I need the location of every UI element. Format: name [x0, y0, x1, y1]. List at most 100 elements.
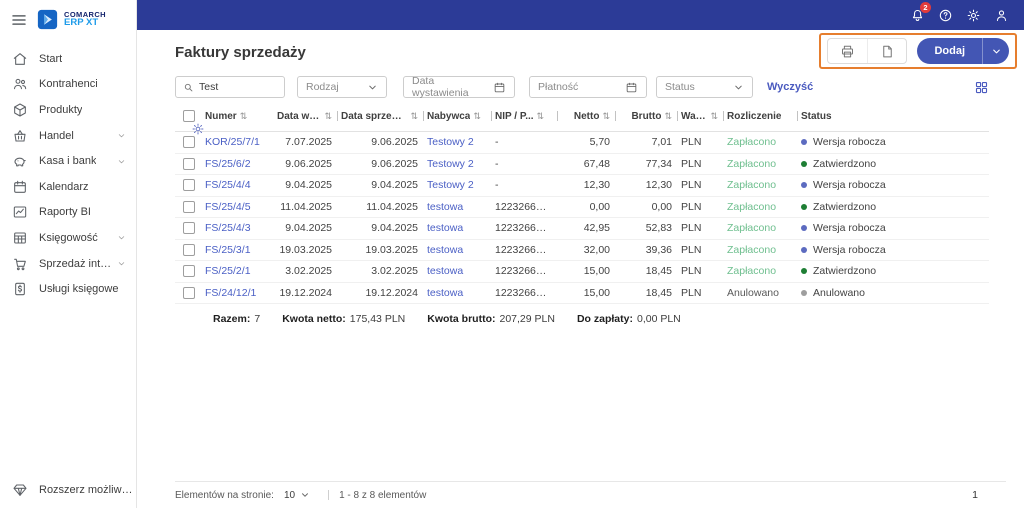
row-checkbox[interactable]: [183, 243, 195, 256]
sidebar-footer-upgrade[interactable]: Rozszerz możliwości: [0, 472, 136, 508]
cell-numer[interactable]: FS/25/6/2: [205, 158, 277, 170]
clear-filters-link[interactable]: Wyczyść: [767, 81, 813, 93]
topbar: 2: [137, 0, 1024, 30]
table-row[interactable]: FS/25/4/4 9.04.2025 9.04.2025 Testowy 2- 12,…: [175, 175, 989, 197]
search-field[interactable]: [175, 76, 285, 98]
select-all-checkbox[interactable]: [183, 110, 195, 122]
table-row[interactable]: FS/25/3/1 19.03.2025 19.03.2025 testowa 1223…: [175, 240, 989, 261]
column-header-nip[interactable]: NIP / P... ⇅: [495, 111, 561, 122]
cell-waluta: PLN: [681, 286, 702, 299]
sidebar-item-handel[interactable]: Handel: [0, 123, 136, 149]
sort-icon[interactable]: ⇅: [710, 111, 718, 122]
cell-waluta: PLN: [681, 265, 702, 278]
summary-brutto: Kwota brutto: 207,29 PLN: [427, 313, 555, 325]
row-checkbox[interactable]: [183, 136, 195, 149]
table-settings-button[interactable]: [175, 122, 205, 136]
cell-nabywca[interactable]: Testowy 2: [427, 179, 495, 191]
row-checkbox[interactable]: [183, 157, 195, 170]
cell-data-wystawienia: 9.06.2025: [285, 157, 332, 170]
cell-nabywca[interactable]: testowa: [427, 201, 495, 213]
column-header-netto[interactable]: Netto ⇅: [561, 111, 619, 122]
column-header-data_sprzedazy[interactable]: Data sprzedaży ⇅: [341, 111, 427, 122]
cell-nip: 1223266385: [495, 222, 554, 235]
column-header-status[interactable]: Status: [801, 111, 965, 122]
data-wystawienia-label: Data wystawienia: [412, 75, 469, 99]
settings-button[interactable]: [962, 4, 984, 26]
help-button[interactable]: [934, 4, 956, 26]
sidebar-item-uslugi-ksiegowe[interactable]: Usługi księgowe: [0, 276, 136, 302]
comarch-logo[interactable]: COMARCH ERP XT: [37, 9, 106, 30]
column-header-rozliczenie[interactable]: Rozliczenie: [727, 111, 801, 122]
table-row[interactable]: KOR/25/7/1 7.07.2025 9.06.2025 Testowy 2- 5,…: [175, 132, 989, 154]
table-row[interactable]: FS/25/6/2 9.06.2025 9.06.2025 Testowy 2- 67,…: [175, 154, 989, 175]
cell-nabywca[interactable]: Testowy 2: [427, 136, 495, 148]
table-row[interactable]: FS/24/12/1 19.12.2024 19.12.2024 testowa 122…: [175, 283, 989, 304]
table-row[interactable]: FS/25/4/5 11.04.2025 11.04.2025 testowa 1223…: [175, 197, 989, 218]
sort-icon[interactable]: ⇅: [324, 111, 332, 122]
sort-icon[interactable]: ⇅: [410, 111, 418, 122]
sidebar-item-raporty-bi[interactable]: Raporty BI: [0, 200, 136, 226]
data-wystawienia-datepicker[interactable]: Data wystawienia: [403, 75, 515, 99]
add-dropdown-button[interactable]: [982, 38, 1009, 64]
column-header-nabywca[interactable]: Nabywca ⇅: [427, 111, 495, 122]
column-header-waluta[interactable]: Waluta⇅: [681, 111, 727, 122]
cell-numer[interactable]: FS/25/4/4: [205, 179, 277, 191]
sidebar-item-sprzedaz-internetowa[interactable]: Sprzedaż internetowa: [0, 251, 136, 277]
cell-numer[interactable]: FS/25/3/1: [205, 244, 277, 256]
cell-waluta: PLN: [681, 222, 702, 235]
cell-nabywca[interactable]: testowa: [427, 244, 495, 256]
cell-netto: 0,00: [589, 200, 610, 213]
sidebar-item-label: Kasa i bank: [39, 155, 97, 168]
cell-data-wystawienia: 7.07.2025: [285, 136, 332, 149]
row-checkbox[interactable]: [183, 200, 195, 213]
sort-icon[interactable]: ⇅: [240, 111, 248, 122]
cell-nabywca[interactable]: testowa: [427, 265, 495, 277]
cell-brutto: 18,45: [645, 265, 672, 278]
summary-netto: Kwota netto: 175,43 PLN: [282, 313, 405, 325]
rodzaj-select[interactable]: Rodzaj: [297, 76, 387, 98]
cell-nabywca[interactable]: testowa: [427, 222, 495, 234]
print-button[interactable]: [828, 39, 867, 63]
hamburger-menu-icon[interactable]: [10, 11, 28, 29]
view-grid-toggle[interactable]: [974, 80, 989, 95]
row-checkbox[interactable]: [183, 265, 195, 278]
cell-numer[interactable]: FS/25/2/1: [205, 265, 277, 277]
per-page-select[interactable]: 10: [284, 490, 310, 501]
row-checkbox[interactable]: [183, 222, 195, 235]
platnosc-datepicker[interactable]: Płatność: [529, 76, 647, 98]
export-document-button[interactable]: [867, 39, 906, 63]
sidebar-item-kasa-i-bank[interactable]: Kasa i bank: [0, 148, 136, 174]
notifications-button[interactable]: 2: [906, 2, 931, 26]
cell-numer[interactable]: FS/25/4/5: [205, 201, 277, 213]
table-row[interactable]: FS/25/2/1 3.02.2025 3.02.2025 testowa 122326…: [175, 261, 989, 283]
sidebar-item-kalendarz[interactable]: Kalendarz: [0, 174, 136, 200]
cell-numer[interactable]: KOR/25/7/1: [205, 136, 277, 148]
cell-numer[interactable]: FS/25/4/3: [205, 222, 277, 234]
sidebar-item-start[interactable]: Start: [0, 46, 136, 72]
sort-icon[interactable]: ⇅: [664, 111, 672, 122]
profile-button[interactable]: [990, 4, 1012, 26]
table-row[interactable]: FS/25/4/3 9.04.2025 9.04.2025 testowa 122326…: [175, 218, 989, 240]
sort-icon[interactable]: ⇅: [602, 111, 610, 122]
cell-brutto: 0,00: [651, 200, 672, 213]
row-checkbox[interactable]: [183, 179, 195, 192]
cell-brutto: 7,01: [651, 136, 672, 149]
add-button[interactable]: Dodaj: [917, 38, 982, 64]
sort-icon[interactable]: ⇅: [473, 111, 481, 122]
cell-numer[interactable]: FS/24/12/1: [205, 287, 277, 299]
column-header-brutto[interactable]: Brutto ⇅: [619, 111, 681, 122]
search-input[interactable]: [199, 81, 277, 93]
sidebar-item-ksiegowosc[interactable]: Księgowość: [0, 225, 136, 251]
sort-icon[interactable]: ⇅: [537, 111, 545, 122]
cell-nabywca[interactable]: testowa: [427, 287, 495, 299]
sidebar-item-label: Sprzedaż internetowa: [39, 257, 116, 270]
status-badge: Zatwierdzono: [813, 157, 877, 170]
column-header-numer[interactable]: Numer ⇅: [205, 111, 277, 122]
row-checkbox[interactable]: [183, 286, 195, 299]
cell-nabywca[interactable]: Testowy 2: [427, 158, 495, 170]
status-select[interactable]: Status: [656, 76, 753, 98]
sidebar-item-kontrahenci[interactable]: Kontrahenci: [0, 72, 136, 98]
page-number[interactable]: 1: [972, 489, 978, 501]
column-header-data_wystawienia[interactable]: Data wysta...⇅: [277, 111, 341, 122]
sidebar-item-produkty[interactable]: Produkty: [0, 97, 136, 123]
